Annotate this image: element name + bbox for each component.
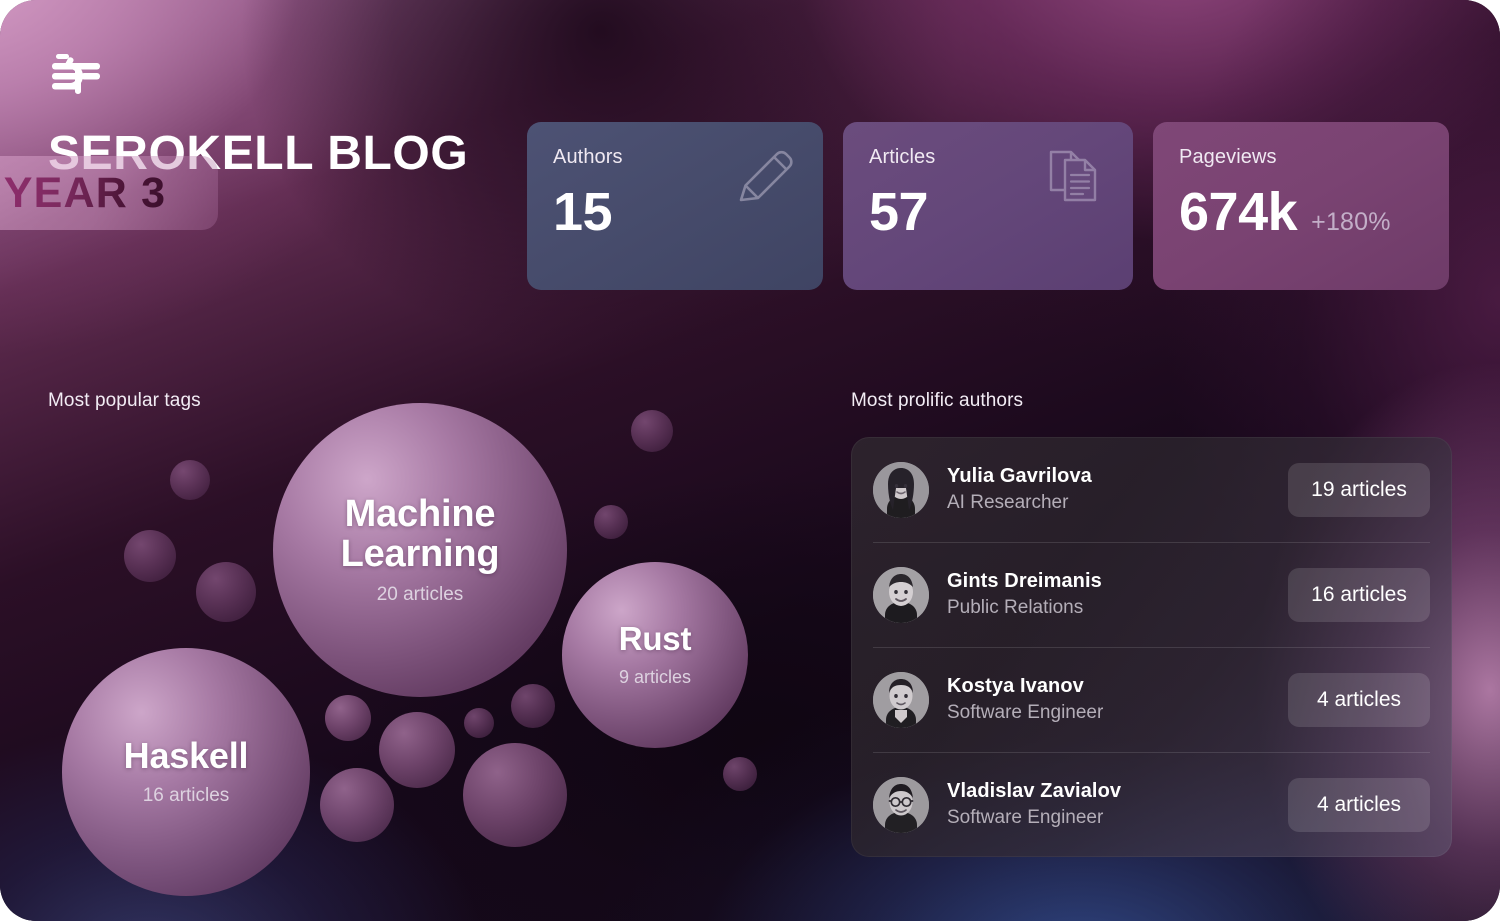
decor-bubble <box>464 708 494 738</box>
author-meta: Gints Dreimanis Public Relations <box>947 569 1270 620</box>
stat-card-pageviews[interactable]: Pageviews 674k +180% <box>1153 122 1449 290</box>
author-article-count: 16 articles <box>1288 567 1430 622</box>
author-article-count: 19 articles <box>1288 462 1430 517</box>
avatar-kostya <box>873 671 929 728</box>
serokell-logo-icon <box>48 52 518 96</box>
stat-label-pageviews: Pageviews <box>1179 146 1277 168</box>
tag-bubble-count: 16 articles <box>142 785 230 807</box>
author-row[interactable]: Kostya Ivanov Software Engineer 4 articl… <box>873 647 1430 752</box>
author-row[interactable]: Gints Dreimanis Public Relations 16 arti… <box>873 542 1430 647</box>
authors-section-title: Most prolific authors <box>851 390 1024 411</box>
author-meta: Kostya Ivanov Software Engineer <box>947 674 1270 725</box>
tag-bubble-chart: Haskell 16 articles Machine Learning 20 … <box>0 360 820 921</box>
tag-bubble-label: Machine Learning <box>340 492 500 575</box>
decor-bubble <box>170 460 210 500</box>
stat-value-authors: 15 <box>553 182 613 242</box>
author-role: Software Engineer <box>947 807 1104 829</box>
author-name: Kostya Ivanov <box>947 675 1084 698</box>
decor-bubble <box>463 743 567 847</box>
author-article-count: 4 articles <box>1288 777 1430 832</box>
decor-bubble <box>723 757 757 791</box>
decor-bubble <box>320 768 394 842</box>
stat-card-articles[interactable]: Articles 57 <box>843 122 1133 290</box>
avatar-yulia <box>873 461 929 518</box>
author-role: AI Researcher <box>947 492 1069 514</box>
author-row[interactable]: Yulia Gavrilova AI Researcher 19 article… <box>873 437 1430 542</box>
avatar-vladislav <box>873 776 929 833</box>
tag-bubble-rust[interactable]: Rust 9 articles <box>562 562 748 748</box>
decor-bubble <box>124 530 176 582</box>
tag-bubble-count: 20 articles <box>376 584 464 606</box>
decor-bubble <box>379 712 455 788</box>
tag-bubble-machine-learning[interactable]: Machine Learning 20 articles <box>273 403 567 697</box>
author-meta: Vladislav Zavialov Software Engineer <box>947 779 1270 830</box>
stat-card-authors[interactable]: Authors 15 <box>527 122 823 290</box>
authors-panel: Yulia Gavrilova AI Researcher 19 article… <box>851 437 1452 857</box>
stat-value-articles: 57 <box>869 182 929 242</box>
decor-bubble <box>196 562 256 622</box>
stat-value-row-pageviews: 674k +180% <box>1179 185 1423 239</box>
tag-bubble-label: Haskell <box>123 734 249 776</box>
author-role: Software Engineer <box>947 702 1104 724</box>
stat-card-group: Authors 15 Articles 57 Pageviews 674k +1… <box>527 122 1449 290</box>
decor-bubble <box>325 695 371 741</box>
author-name: Yulia Gavrilova <box>947 465 1092 488</box>
decor-bubble <box>594 505 628 539</box>
author-name: Gints Dreimanis <box>947 570 1102 593</box>
infographic-canvas: SEROKELL BLOG YEAR 3 Authors 15 Articles… <box>0 0 1500 921</box>
stat-delta-pageviews: +180% <box>1311 208 1391 236</box>
pencil-icon <box>733 144 799 213</box>
stat-value-pageviews: 674k <box>1179 182 1298 242</box>
tag-bubble-haskell[interactable]: Haskell 16 articles <box>62 648 310 896</box>
tag-bubble-count: 9 articles <box>618 666 692 687</box>
author-role: Public Relations <box>947 597 1084 619</box>
author-name: Vladislav Zavialov <box>947 780 1122 803</box>
author-row[interactable]: Vladislav Zavialov Software Engineer 4 a… <box>873 752 1430 857</box>
year-badge: YEAR 3 <box>0 156 218 230</box>
decor-bubble <box>511 684 555 728</box>
year-badge-label: YEAR 3 <box>3 168 167 217</box>
documents-icon <box>1045 144 1109 213</box>
decor-bubble <box>631 410 673 452</box>
author-article-count: 4 articles <box>1288 672 1430 727</box>
author-meta: Yulia Gavrilova AI Researcher <box>947 464 1270 515</box>
avatar-gints <box>873 566 929 623</box>
tag-bubble-label: Rust <box>618 620 692 658</box>
